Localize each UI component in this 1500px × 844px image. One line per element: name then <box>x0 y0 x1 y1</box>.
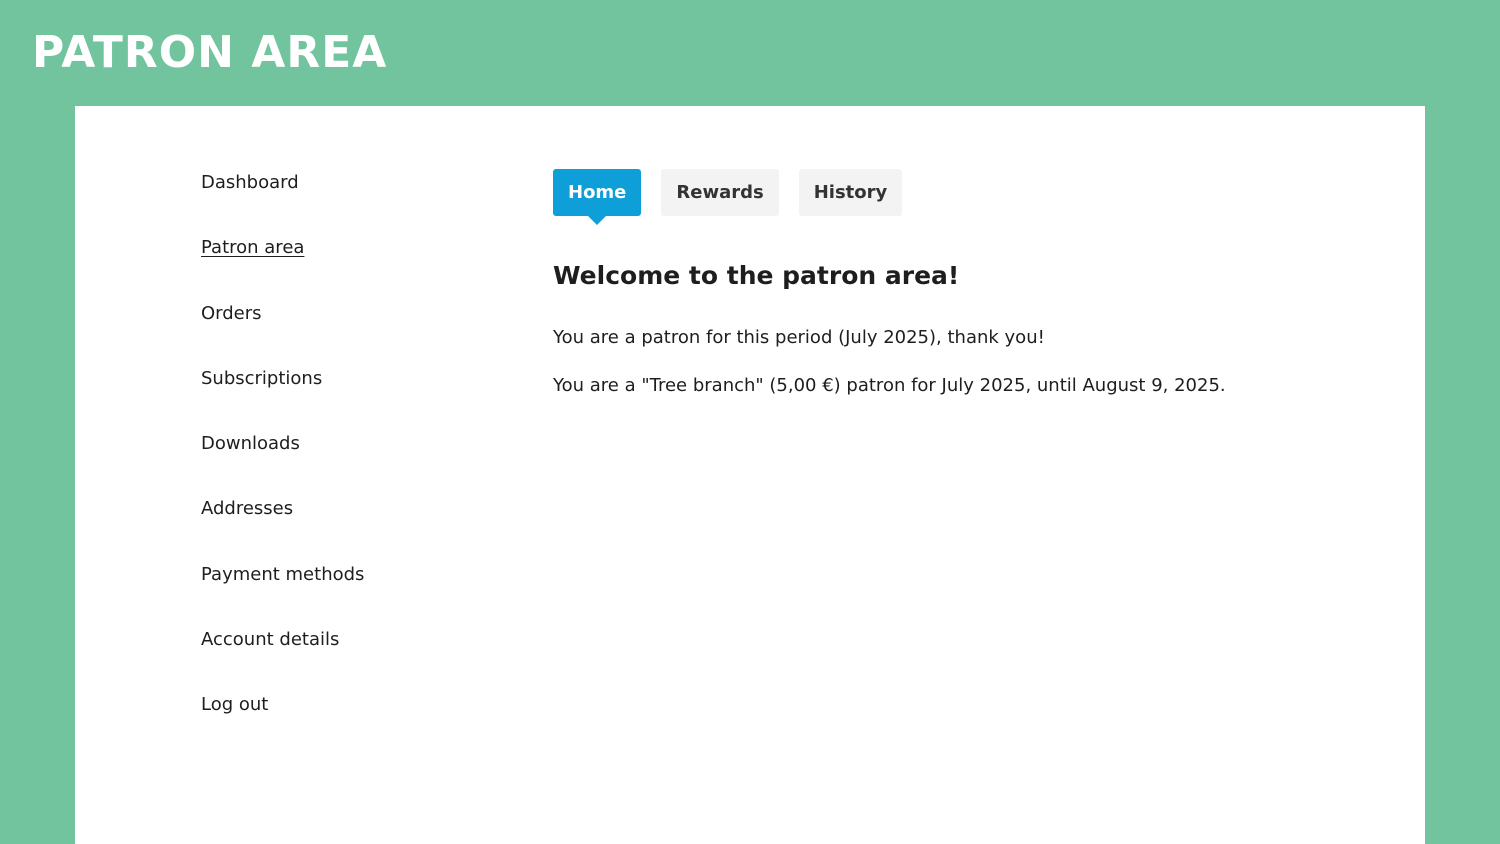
nav-item-addresses[interactable]: Addresses <box>201 492 501 557</box>
patron-tabs: Home Rewards History <box>553 169 1353 225</box>
patron-period-text: You are a patron for this period (July 2… <box>553 327 1045 348</box>
welcome-heading: Welcome to the patron area! <box>553 261 960 290</box>
patron-area-content: Home Rewards History Welcome to the patr… <box>553 169 1353 401</box>
content-card: Dashboard Patron area Orders Subscriptio… <box>75 106 1425 844</box>
page-title: PATRON AREA <box>32 27 388 78</box>
tab-home[interactable]: Home <box>553 169 642 225</box>
nav-item-subscriptions[interactable]: Subscriptions <box>201 362 501 427</box>
nav-item-orders[interactable]: Orders <box>201 297 501 362</box>
tab-history[interactable]: History <box>798 169 903 216</box>
nav-item-dashboard[interactable]: Dashboard <box>201 166 501 231</box>
tab-rewards[interactable]: Rewards <box>661 169 779 216</box>
nav-item-account-details[interactable]: Account details <box>201 623 501 688</box>
nav-item-log-out[interactable]: Log out <box>201 688 501 753</box>
nav-item-downloads[interactable]: Downloads <box>201 427 501 492</box>
nav-item-payment-methods[interactable]: Payment methods <box>201 558 501 623</box>
account-navigation: Dashboard Patron area Orders Subscriptio… <box>201 166 501 754</box>
patron-tier-text: You are a "Tree branch" (5,00 €) patron … <box>553 375 1226 396</box>
nav-item-patron-area[interactable]: Patron area <box>201 231 501 296</box>
